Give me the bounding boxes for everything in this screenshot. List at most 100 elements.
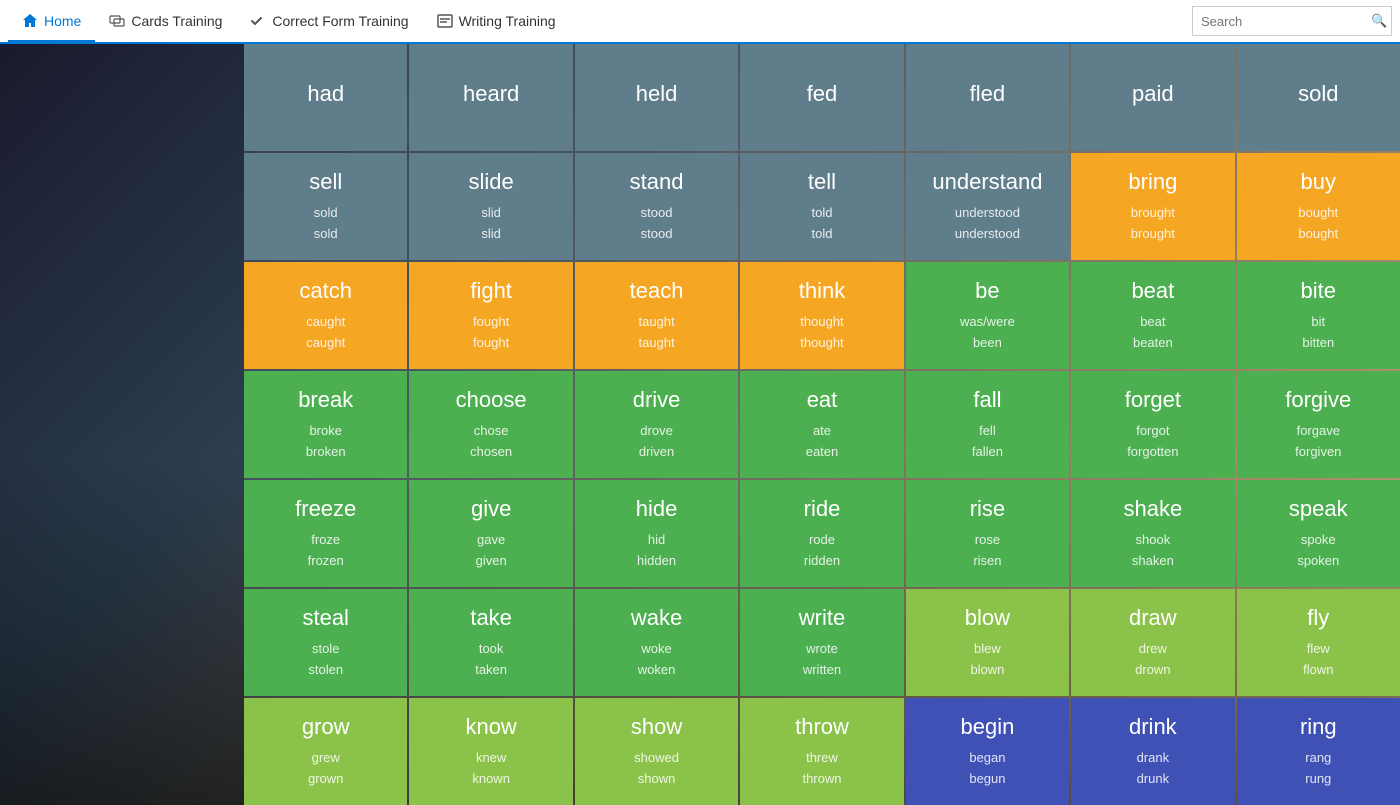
verb-card[interactable]: ring rang rung	[1237, 698, 1400, 805]
verb-card[interactable]: riserose risen	[906, 480, 1069, 587]
verb-card[interactable]: drink drank drunk	[1071, 698, 1234, 805]
verb-card[interactable]: shakeshook shaken	[1071, 480, 1234, 587]
verb-card[interactable]: fall fell fallen	[906, 371, 1069, 478]
verb-card[interactable]: fed	[740, 44, 903, 151]
verb-forms: ate eaten	[806, 421, 839, 463]
verb-card[interactable]: givegave given	[409, 480, 572, 587]
verb-card[interactable]: drawdrew drown	[1071, 589, 1234, 696]
verb-base: held	[636, 81, 678, 107]
verb-forms: broke broken	[306, 421, 346, 463]
writing-icon	[437, 13, 453, 29]
verb-card[interactable]: buybought bought	[1237, 153, 1400, 260]
verb-card[interactable]: had	[244, 44, 407, 151]
verb-card[interactable]: ride rode ridden	[740, 480, 903, 587]
verb-card[interactable]: eatate eaten	[740, 371, 903, 478]
verb-forms: knew known	[472, 748, 510, 790]
verb-base: know	[465, 714, 516, 740]
verb-card[interactable]: blowblew blown	[906, 589, 1069, 696]
verb-card[interactable]: paid	[1071, 44, 1234, 151]
verb-forms: drank drunk	[1137, 748, 1170, 790]
verb-card[interactable]: speakspoke spoken	[1237, 480, 1400, 587]
verb-base: throw	[795, 714, 849, 740]
navigation: Home Cards Training Correct Form Trainin…	[0, 0, 1400, 44]
verb-forms: bought bought	[1298, 203, 1338, 245]
verb-forms: taught taught	[638, 312, 674, 354]
verb-card[interactable]: hidehid hidden	[575, 480, 738, 587]
verb-base: take	[470, 605, 512, 631]
verb-card[interactable]: beatbeat beaten	[1071, 262, 1234, 369]
verb-card[interactable]: catchcaught caught	[244, 262, 407, 369]
verb-card[interactable]: choose chose chosen	[409, 371, 572, 478]
verb-forms: rode ridden	[804, 530, 840, 572]
verb-card[interactable]: growgrew grown	[244, 698, 407, 805]
verb-card[interactable]: fightfought fought	[409, 262, 572, 369]
verb-base: fall	[973, 387, 1001, 413]
verb-base: ride	[804, 496, 841, 522]
verb-card[interactable]: steal stole stolen	[244, 589, 407, 696]
verb-card[interactable]: standstood stood	[575, 153, 738, 260]
nav-correct[interactable]: Correct Form Training	[236, 1, 422, 43]
verb-base: understand	[932, 169, 1042, 195]
verb-card[interactable]: drivedrove driven	[575, 371, 738, 478]
verb-base: teach	[630, 278, 684, 304]
verb-card[interactable]: flyflew flown	[1237, 589, 1400, 696]
verb-base: give	[471, 496, 511, 522]
nav-home[interactable]: Home	[8, 1, 95, 43]
verb-card[interactable]: understandunderstood understood	[906, 153, 1069, 260]
verb-base: bring	[1128, 169, 1177, 195]
verb-base: hide	[636, 496, 678, 522]
verb-forms: began begun	[969, 748, 1005, 790]
verb-card[interactable]: forgetforgot forgotten	[1071, 371, 1234, 478]
verb-card[interactable]: fled	[906, 44, 1069, 151]
verb-base: tell	[808, 169, 836, 195]
verb-card[interactable]: breakbroke broken	[244, 371, 407, 478]
verb-base: write	[799, 605, 845, 631]
verb-card[interactable]: throw threw thrown	[740, 698, 903, 805]
verb-forms: stole stolen	[308, 639, 343, 681]
verb-card[interactable]: teach taught taught	[575, 262, 738, 369]
correct-icon	[250, 13, 266, 29]
verb-card[interactable]: know knew known	[409, 698, 572, 805]
verb-forms: brought brought	[1131, 203, 1175, 245]
verb-base: sold	[1298, 81, 1338, 107]
verb-base: drink	[1129, 714, 1177, 740]
verb-card[interactable]: writewrote written	[740, 589, 903, 696]
verb-base: steal	[302, 605, 348, 631]
verb-card[interactable]: held	[575, 44, 738, 151]
verb-card[interactable]: sellsold sold	[244, 153, 407, 260]
verb-card[interactable]: slideslid slid	[409, 153, 572, 260]
verb-base: choose	[456, 387, 527, 413]
verb-forms: flew flown	[1303, 639, 1333, 681]
verb-card[interactable]: beginbegan begun	[906, 698, 1069, 805]
verb-card[interactable]: bring brought brought	[1071, 153, 1234, 260]
nav-cards[interactable]: Cards Training	[95, 1, 236, 43]
search-input[interactable]	[1201, 14, 1371, 29]
verb-card[interactable]: heard	[409, 44, 572, 151]
verb-forms: rose risen	[973, 530, 1001, 572]
verb-forms: bit bitten	[1302, 312, 1334, 354]
verb-forms: stood stood	[641, 203, 673, 245]
verb-base: ring	[1300, 714, 1337, 740]
verb-base: had	[307, 81, 344, 107]
verb-forms: woke woken	[638, 639, 676, 681]
verb-card[interactable]: sold	[1237, 44, 1400, 151]
verb-card[interactable]: showshowed shown	[575, 698, 738, 805]
verb-forms: fell fallen	[972, 421, 1003, 463]
verb-forms: rang rung	[1305, 748, 1331, 790]
verb-forms: chose chosen	[470, 421, 512, 463]
verb-card[interactable]: bitebit bitten	[1237, 262, 1400, 369]
verb-forms: threw thrown	[802, 748, 841, 790]
verb-card[interactable]: wakewoke woken	[575, 589, 738, 696]
verb-forms: took taken	[475, 639, 507, 681]
verb-card[interactable]: forgiveforgave forgiven	[1237, 371, 1400, 478]
verb-forms: slid slid	[481, 203, 501, 245]
verb-card[interactable]: freezefroze frozen	[244, 480, 407, 587]
nav-correct-label: Correct Form Training	[272, 13, 408, 29]
nav-writing[interactable]: Writing Training	[423, 1, 570, 43]
verb-card[interactable]: take took taken	[409, 589, 572, 696]
verb-card[interactable]: telltold told	[740, 153, 903, 260]
verb-card[interactable]: bewas/were been	[906, 262, 1069, 369]
verb-base: heard	[463, 81, 519, 107]
verb-card[interactable]: thinkthought thought	[740, 262, 903, 369]
search-icon: 🔍	[1371, 13, 1387, 29]
